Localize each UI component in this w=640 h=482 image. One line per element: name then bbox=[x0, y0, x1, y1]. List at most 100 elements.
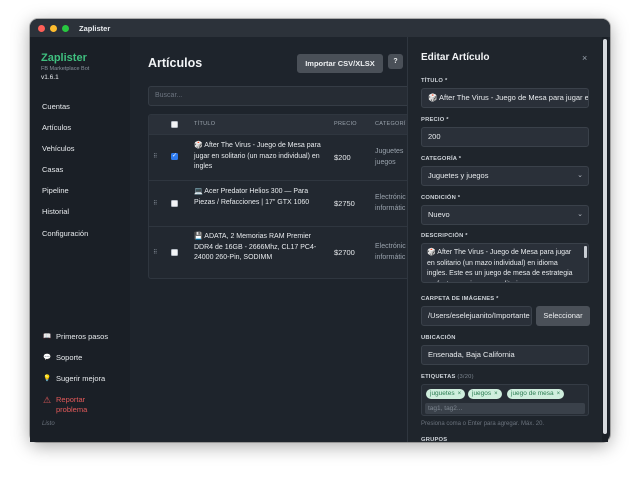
table-row[interactable]: ⠿ 🎲 After The Virus - Juego de Mesa para… bbox=[149, 134, 412, 180]
warning-icon: ⚠ bbox=[42, 395, 52, 405]
drag-handle-icon[interactable]: ⠿ bbox=[153, 200, 157, 207]
row-title: 💾 ADATA, 2 Memorias RAM Premier DDR4 de … bbox=[194, 233, 317, 261]
price-label: PRECIO * bbox=[421, 117, 449, 123]
support-link[interactable]: 💬 Soporte bbox=[42, 353, 82, 362]
close-window-button[interactable] bbox=[38, 24, 45, 32]
status-text: Listo bbox=[42, 421, 55, 427]
table-row[interactable]: ⠿ 💾 ADATA, 2 Memorias RAM Premier DDR4 d… bbox=[149, 226, 412, 278]
tags-label: ETIQUETAS (3/20) bbox=[421, 374, 474, 380]
tag-chip: juegos × bbox=[468, 389, 502, 399]
brand-subtitle: FB Marketplace Bot bbox=[41, 66, 90, 72]
tags-box: juguetes × juegos × juego de mesa × tag1, t… bbox=[421, 384, 589, 416]
row-title: 🎲 After The Virus - Juego de Mesa para j… bbox=[194, 142, 321, 170]
row-title: 💻 Acer Predator Helios 300 — Para Piezas… bbox=[194, 188, 310, 206]
tags-label-text: ETIQUETAS bbox=[421, 374, 456, 380]
row-price: $200 bbox=[334, 153, 351, 162]
help-button[interactable]: ? bbox=[388, 54, 403, 69]
select-folder-button[interactable]: Seleccionar bbox=[536, 306, 590, 326]
nav-item-pipeline[interactable]: Pipeline bbox=[42, 186, 69, 195]
location-label: UBICACIÓN bbox=[421, 335, 456, 341]
support-label: Soporte bbox=[56, 353, 83, 362]
book-icon: 📖 bbox=[42, 333, 52, 340]
tags-hint: Presiona coma o Enter para agregar. Máx.… bbox=[421, 421, 545, 427]
suggest-link[interactable]: 💡 Sugerir mejora bbox=[42, 374, 105, 383]
images-label: CARPETA DE IMÁGENES * bbox=[421, 296, 499, 302]
nav-item-vehiculos[interactable]: Vehículos bbox=[42, 144, 75, 153]
tag-input[interactable]: tag1, tag2... bbox=[425, 403, 585, 414]
import-csv-button[interactable]: Importar CSV/XLSX bbox=[297, 54, 383, 73]
nav-item-cuentas[interactable]: Cuentas bbox=[42, 102, 70, 111]
panel-scrollbar[interactable] bbox=[602, 37, 608, 442]
column-price[interactable]: PRECIO bbox=[334, 121, 357, 127]
zoom-window-button[interactable] bbox=[62, 24, 69, 32]
row-category-line-2: informátic bbox=[375, 204, 406, 212]
getting-started-label: Primeros pasos bbox=[56, 332, 109, 341]
row-price: $2750 bbox=[334, 199, 355, 208]
row-category-line-1: Electrónic bbox=[375, 243, 406, 250]
category-value: Juguetes y juegos bbox=[428, 171, 489, 180]
tag-chip: juguetes × bbox=[426, 389, 466, 399]
window-title: Zaplister bbox=[79, 23, 111, 33]
brand-name: Zaplister bbox=[41, 52, 87, 64]
tag-label: juegos bbox=[472, 390, 492, 397]
app-version: v1.6.1 bbox=[41, 74, 59, 81]
row-category-line-1: Juguetes bbox=[375, 148, 404, 155]
search-input[interactable]: Buscar... bbox=[148, 86, 413, 106]
title-input[interactable]: 🎲 After The Virus - Juego de Mesa para j… bbox=[421, 88, 589, 108]
remove-tag-icon[interactable]: × bbox=[458, 391, 462, 397]
remove-tag-icon[interactable]: × bbox=[557, 391, 561, 397]
close-icon[interactable]: × bbox=[582, 53, 587, 63]
images-folder-input[interactable]: /Users/eselejuanito/Importante bbox=[421, 306, 532, 326]
row-price: $2700 bbox=[334, 248, 355, 257]
nav-item-casas[interactable]: Casas bbox=[42, 165, 63, 174]
condition-value: Nuevo bbox=[428, 210, 450, 219]
tag-label: juego de mesa bbox=[511, 390, 554, 397]
row-category-line-2: informátic bbox=[375, 253, 406, 261]
tag-label: juguetes bbox=[430, 390, 455, 397]
panel-title: Editar Artículo bbox=[421, 52, 490, 63]
chevron-down-icon: ⌄ bbox=[577, 211, 583, 218]
row-checkbox[interactable] bbox=[171, 200, 178, 207]
articles-table: TÍTULO PRECIO CATEGORÍ ⠿ 🎲 After The Vir… bbox=[148, 114, 413, 279]
column-category[interactable]: CATEGORÍ bbox=[375, 121, 406, 127]
location-input[interactable]: Ensenada, Baja California bbox=[421, 345, 589, 365]
description-textarea[interactable]: 🎲 After The Virus - Juego de Mesa para j… bbox=[421, 243, 589, 283]
remove-tag-icon[interactable]: × bbox=[494, 391, 498, 397]
drag-handle-icon[interactable]: ⠿ bbox=[153, 153, 157, 160]
lightbulb-icon: 💡 bbox=[42, 375, 52, 382]
title-bar: Zaplister bbox=[30, 19, 610, 37]
row-category-line-2: juegos bbox=[375, 158, 396, 166]
report-line-1: Reportar bbox=[56, 395, 86, 404]
getting-started-link[interactable]: 📖 Primeros pasos bbox=[42, 332, 108, 341]
category-select[interactable]: Juguetes y juegos ⌄ bbox=[421, 166, 589, 186]
textarea-scrollbar[interactable] bbox=[584, 246, 587, 258]
report-line-2: problema bbox=[56, 405, 88, 414]
condition-label: CONDICIÓN * bbox=[421, 195, 461, 201]
drag-handle-icon[interactable]: ⠿ bbox=[153, 249, 157, 256]
nav-item-articulos[interactable]: Artículos bbox=[42, 123, 71, 132]
table-row[interactable]: ⠿ 💻 Acer Predator Helios 300 — Para Piez… bbox=[149, 180, 412, 226]
nav-item-historial[interactable]: Historial bbox=[42, 207, 69, 216]
chevron-down-icon: ⌄ bbox=[577, 172, 583, 179]
price-input[interactable]: 200 bbox=[421, 127, 589, 147]
scrollbar-thumb[interactable] bbox=[603, 39, 607, 434]
title-label: TÍTULO * bbox=[421, 78, 448, 84]
tags-count: (3/20) bbox=[457, 374, 474, 380]
condition-select[interactable]: Nuevo ⌄ bbox=[421, 205, 589, 225]
groups-label: GRUPOS bbox=[421, 437, 448, 443]
select-all-checkbox[interactable] bbox=[171, 121, 178, 128]
suggest-label: Sugerir mejora bbox=[56, 374, 106, 383]
report-problem-link[interactable]: ⚠ Reportar problema bbox=[42, 395, 87, 415]
category-label: CATEGORÍA * bbox=[421, 156, 462, 162]
chat-icon: 💬 bbox=[42, 354, 52, 361]
minimize-window-button[interactable] bbox=[50, 24, 57, 32]
page-title: Artículos bbox=[148, 56, 203, 70]
nav-item-configuracion[interactable]: Configuración bbox=[42, 229, 88, 238]
row-checkbox[interactable] bbox=[171, 152, 178, 160]
table-header: TÍTULO PRECIO CATEGORÍ bbox=[149, 115, 412, 134]
tag-chip: juego de mesa × bbox=[507, 389, 565, 399]
row-checkbox[interactable] bbox=[171, 249, 178, 256]
column-title[interactable]: TÍTULO bbox=[194, 121, 215, 127]
description-label: DESCRIPCIÓN * bbox=[421, 233, 468, 239]
row-category-line-1: Electrónic bbox=[375, 194, 406, 201]
